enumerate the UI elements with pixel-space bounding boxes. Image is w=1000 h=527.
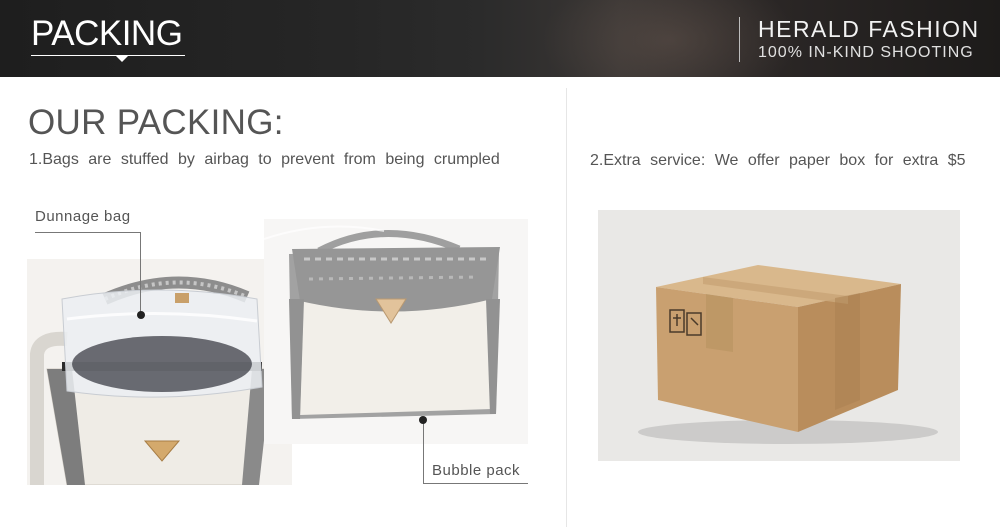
brand-name: HERALD FASHION [758, 16, 980, 42]
dunnage-marker-dot [137, 311, 145, 319]
dunnage-callout-line [140, 232, 141, 315]
section-heading: OUR PACKING: [28, 103, 284, 142]
dunnage-callout-line [35, 232, 141, 233]
bubble-callout-line [423, 483, 528, 484]
dunnage-bag-label: Dunnage bag [35, 208, 131, 225]
header-divider [739, 17, 740, 62]
bag-in-bubble-pack-photo [264, 219, 528, 444]
header-banner: PACKING HERALD FASHION 100% IN-KIND SHOO… [0, 0, 1000, 77]
column-divider [566, 88, 567, 527]
page-title: PACKING [31, 14, 183, 53]
bubble-callout-line [423, 421, 424, 483]
brand-tagline: 100% IN-KIND SHOOTING [758, 44, 974, 61]
bubble-pack-label: Bubble pack [432, 462, 521, 479]
caption-airbag: 1.Bags are stuffed by airbag to prevent … [29, 151, 500, 168]
caret-down-icon [116, 56, 128, 62]
paper-box-photo [598, 210, 960, 461]
bag-with-airbag-photo [27, 259, 292, 485]
caption-paper-box: 2.Extra service: We offer paper box for … [590, 152, 966, 169]
title-underline [31, 55, 185, 56]
bubble-marker-dot [419, 416, 427, 424]
